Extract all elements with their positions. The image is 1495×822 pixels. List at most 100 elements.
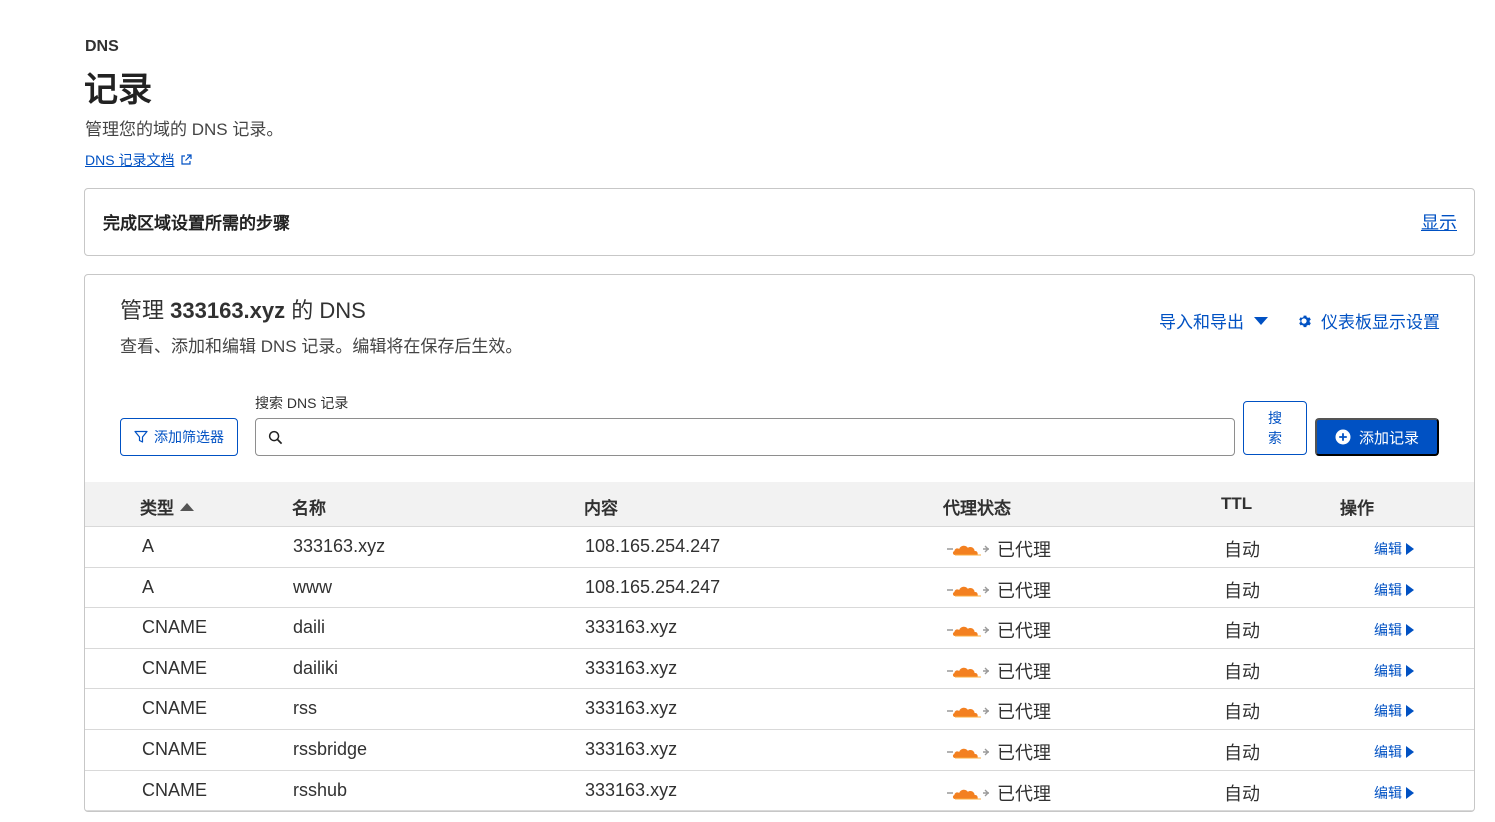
filter-icon xyxy=(134,430,148,443)
add-filter-label: 添加筛选器 xyxy=(154,429,224,445)
record-content: 333163.xyz xyxy=(585,779,678,800)
proxied-cloud-icon xyxy=(947,667,989,678)
column-header-name[interactable]: 名称 xyxy=(292,494,326,519)
import-export-label: 导入和导出 xyxy=(1159,313,1244,332)
edit-record-label: 编辑 xyxy=(1374,784,1402,801)
setup-show-link[interactable]: 显示 xyxy=(1421,209,1457,235)
search-field xyxy=(255,418,1235,456)
column-header-proxy[interactable]: 代理状态 xyxy=(943,494,1011,519)
record-content: 108.165.254.247 xyxy=(585,576,721,597)
domain-name: 333163.xyz xyxy=(170,298,286,323)
edit-record-button[interactable]: 编辑 xyxy=(1374,742,1414,762)
dns-records-card: 管理 333163.xyz 的 DNS 查看、添加和编辑 DNS 记录。编辑将在… xyxy=(84,274,1475,812)
edit-record-label: 编辑 xyxy=(1374,541,1402,557)
caret-right-icon xyxy=(1406,705,1414,718)
record-content: 108.165.254.247 xyxy=(585,536,721,556)
add-record-button[interactable]: 添加记录 xyxy=(1315,418,1439,456)
title-prefix: 管理 xyxy=(120,298,165,323)
record-type: CNAME xyxy=(142,738,208,759)
proxy-status-label: 已代理 xyxy=(997,540,1051,560)
record-name: daili xyxy=(293,617,326,638)
table-row: CNAME rsshub 333163.xyz 已代理 自动 编辑 xyxy=(85,771,1474,811)
dns-card-subtitle: 查看、添加和编辑 DNS 记录。编辑将在保存后生效。 xyxy=(120,337,523,356)
search-input[interactable] xyxy=(291,422,1234,452)
edit-record-button[interactable]: 编辑 xyxy=(1374,701,1414,721)
record-content: 333163.xyz xyxy=(585,698,678,719)
edit-record-button[interactable]: 编辑 xyxy=(1374,539,1414,559)
record-ttl: 自动 xyxy=(1224,580,1260,601)
sort-ascending-icon xyxy=(180,502,194,511)
record-type: A xyxy=(142,536,155,556)
proxy-status-label: 已代理 xyxy=(997,621,1051,642)
proxied-cloud-icon xyxy=(947,545,989,556)
dashboard-settings-button[interactable]: 仪表板显示设置 xyxy=(1297,308,1440,333)
dns-card-title: 管理 333163.xyz 的 DNS xyxy=(120,293,366,325)
column-header-type[interactable]: 类型 xyxy=(140,494,194,519)
caret-right-icon xyxy=(1406,745,1414,758)
table-row: A 333163.xyz 108.165.254.247 已代理 自动 编辑 xyxy=(85,527,1474,568)
record-type: A xyxy=(142,576,155,597)
record-proxy-status: 已代理 xyxy=(947,698,1051,724)
edit-record-button[interactable]: 编辑 xyxy=(1374,620,1414,640)
record-proxy-status: 已代理 xyxy=(947,577,1051,603)
record-proxy-status: 已代理 xyxy=(947,617,1051,643)
caret-right-icon xyxy=(1406,786,1414,799)
edit-record-label: 编辑 xyxy=(1374,743,1402,760)
table-row: CNAME daili 333163.xyz 已代理 自动 编辑 xyxy=(85,608,1474,649)
external-link-icon xyxy=(181,154,193,165)
import-export-button[interactable]: 导入和导出 xyxy=(1159,308,1268,333)
record-name: rsshub xyxy=(293,779,348,800)
proxy-status-label: 已代理 xyxy=(997,580,1051,601)
record-content: 333163.xyz xyxy=(585,657,678,678)
record-proxy-status: 已代理 xyxy=(947,780,1051,806)
column-header-type-label: 类型 xyxy=(140,499,174,518)
table-row: CNAME rss 333163.xyz 已代理 自动 编辑 xyxy=(85,689,1474,730)
gear-icon xyxy=(1299,315,1311,327)
record-type: CNAME xyxy=(142,779,208,800)
search-label: 搜索 DNS 记录 xyxy=(255,395,349,411)
column-header-ttl[interactable]: TTL xyxy=(1221,494,1252,514)
plus-circle-icon xyxy=(1335,429,1351,445)
edit-record-label: 编辑 xyxy=(1374,703,1402,720)
caret-down-icon xyxy=(1254,316,1268,325)
add-record-label: 添加记录 xyxy=(1358,429,1419,447)
search-button[interactable]: 搜索 xyxy=(1243,401,1307,455)
record-name: rssbridge xyxy=(293,738,368,759)
proxied-cloud-icon xyxy=(947,626,989,637)
record-name: rss xyxy=(293,698,317,719)
proxy-status-label: 已代理 xyxy=(997,783,1051,804)
caret-right-icon xyxy=(1406,624,1414,637)
add-filter-button[interactable]: 添加筛选器 xyxy=(120,418,238,456)
edit-record-button[interactable]: 编辑 xyxy=(1374,661,1414,681)
section-label: DNS xyxy=(85,38,119,55)
table-header: 类型 名称 内容 代理状态 TTL 操作 xyxy=(85,482,1474,527)
proxied-cloud-icon xyxy=(947,707,989,718)
record-ttl: 自动 xyxy=(1224,783,1260,804)
proxy-status-label: 已代理 xyxy=(997,742,1051,763)
edit-record-button[interactable]: 编辑 xyxy=(1374,783,1414,803)
dashboard-settings-label: 仪表板显示设置 xyxy=(1321,313,1440,332)
column-header-actions: 操作 xyxy=(1340,499,1374,518)
title-suffix: 的 DNS xyxy=(291,298,366,323)
edit-record-button[interactable]: 编辑 xyxy=(1374,580,1414,600)
edit-record-label: 编辑 xyxy=(1374,581,1402,598)
record-proxy-status: 已代理 xyxy=(947,536,1051,562)
record-content: 333163.xyz xyxy=(585,617,678,638)
record-ttl: 自动 xyxy=(1224,742,1260,763)
record-ttl: 自动 xyxy=(1224,702,1260,723)
record-proxy-status: 已代理 xyxy=(947,658,1051,684)
proxied-cloud-icon xyxy=(947,586,989,597)
column-header-content[interactable]: 内容 xyxy=(584,494,618,519)
record-proxy-status: 已代理 xyxy=(947,739,1051,765)
caret-right-icon xyxy=(1406,664,1414,677)
proxied-cloud-icon xyxy=(947,789,989,800)
record-type: CNAME xyxy=(142,617,208,638)
table-row: CNAME dailiki 333163.xyz 已代理 自动 编辑 xyxy=(85,649,1474,690)
page-description: 管理您的域的 DNS 记录。 xyxy=(85,120,284,139)
table-row: CNAME rssbridge 333163.xyz 已代理 自动 编辑 xyxy=(85,730,1474,771)
record-ttl: 自动 xyxy=(1224,540,1260,560)
table-row: Awww 108.165.254.247 已代理 自动 编辑 xyxy=(85,568,1474,609)
dns-docs-link[interactable]: DNS 记录文档 xyxy=(85,150,193,170)
record-type: CNAME xyxy=(142,698,208,719)
page-title: 记录 xyxy=(84,71,152,109)
